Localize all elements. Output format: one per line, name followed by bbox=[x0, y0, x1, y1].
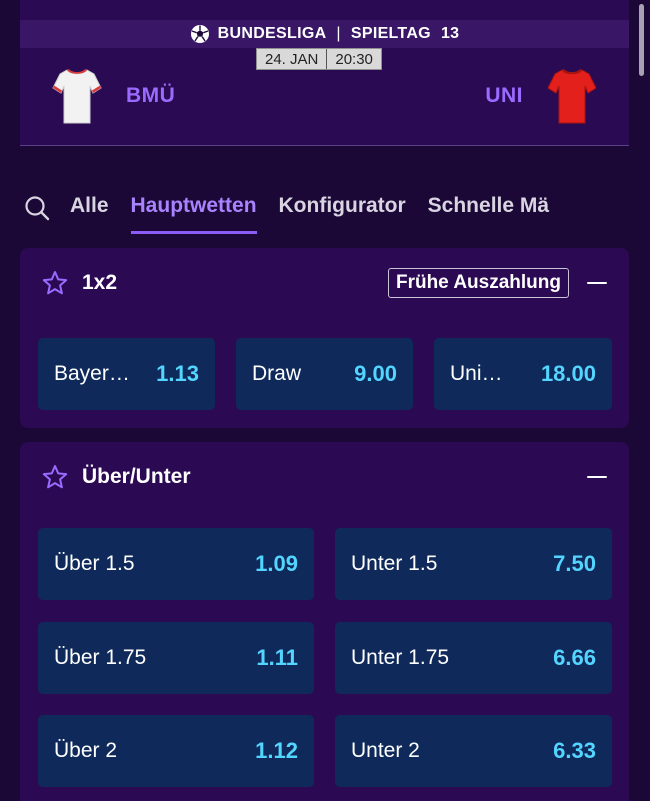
odd-button[interactable]: Über 1.75 1.11 bbox=[38, 622, 314, 694]
odd-value: 1.09 bbox=[255, 551, 298, 576]
odd-button[interactable]: Unter 1.5 7.50 bbox=[335, 528, 612, 600]
league-name: BUNDESLIGA bbox=[217, 25, 327, 42]
odd-value: 9.00 bbox=[354, 361, 397, 386]
match-time: 20:30 bbox=[326, 49, 381, 69]
odd-label: Über 1.5 bbox=[54, 552, 135, 575]
odd-value: 6.66 bbox=[553, 645, 596, 670]
odd-label: Draw bbox=[252, 362, 302, 385]
odd-button[interactable]: Draw 9.00 bbox=[236, 338, 413, 410]
away-shirt-icon bbox=[547, 66, 597, 126]
collapse-icon[interactable] bbox=[587, 467, 607, 487]
market-title: Über/Unter bbox=[82, 465, 191, 488]
collapse-icon[interactable] bbox=[587, 273, 607, 293]
odd-label: Uni… bbox=[450, 362, 503, 385]
soccer-ball-icon bbox=[190, 24, 210, 44]
matchday-number: 13 bbox=[440, 25, 460, 42]
odd-value: 1.12 bbox=[255, 738, 298, 763]
odd-button[interactable]: Unter 1.75 6.66 bbox=[335, 622, 612, 694]
away-team-name: UNI bbox=[485, 84, 523, 107]
odd-button[interactable]: Über 1.5 1.09 bbox=[38, 528, 314, 600]
odd-value: 1.11 bbox=[256, 645, 298, 670]
market-card-1x2: 1x2 Frühe Auszahlung Bayer… 1.13 Draw 9.… bbox=[20, 248, 629, 428]
odd-label: Unter 1.75 bbox=[351, 646, 450, 669]
odd-label: Unter 2 bbox=[351, 739, 420, 762]
early-payout-badge[interactable]: Frühe Auszahlung bbox=[387, 268, 569, 298]
tab-hauptwetten[interactable]: Hauptwetten bbox=[130, 190, 257, 234]
page: BUNDESLIGA | SPIELTAG 13 24. JAN 20:30 B… bbox=[0, 0, 650, 801]
tab-konfigurator[interactable]: Konfigurator bbox=[279, 190, 406, 234]
odd-button[interactable]: Bayer… 1.13 bbox=[38, 338, 215, 410]
odd-value: 18.00 bbox=[540, 361, 596, 386]
market-title: 1x2 bbox=[82, 271, 118, 294]
search-icon[interactable] bbox=[24, 195, 50, 221]
market-header-1x2: 1x2 Frühe Auszahlung bbox=[42, 268, 607, 298]
match-date: 24. JAN bbox=[265, 50, 319, 68]
tab-schnelle-maerkte[interactable]: Schnelle Mä bbox=[428, 190, 549, 234]
match-datetime: 24. JAN 20:30 bbox=[256, 48, 382, 70]
league-separator: | bbox=[336, 25, 341, 42]
match-header: BUNDESLIGA | SPIELTAG 13 24. JAN 20:30 B… bbox=[20, 0, 629, 146]
odd-button[interactable]: Über 2 1.12 bbox=[38, 715, 314, 787]
market-card-over-under: Über/Unter Über 1.5 1.09 Unter 1.5 7.50 … bbox=[20, 442, 629, 801]
odd-value: 1.13 bbox=[156, 361, 199, 386]
star-icon[interactable] bbox=[42, 464, 68, 490]
scrollbar[interactable] bbox=[639, 4, 644, 76]
tab-alle[interactable]: Alle bbox=[70, 190, 109, 234]
home-team[interactable]: BMÜ bbox=[52, 66, 175, 126]
odd-label: Bayer… bbox=[54, 362, 130, 385]
odd-button[interactable]: Unter 2 6.33 bbox=[335, 715, 612, 787]
home-team-name: BMÜ bbox=[126, 84, 176, 107]
odd-button[interactable]: Uni… 18.00 bbox=[434, 338, 612, 410]
odd-label: Über 2 bbox=[54, 739, 118, 762]
away-team[interactable]: UNI bbox=[485, 66, 597, 126]
league-bar: BUNDESLIGA | SPIELTAG 13 bbox=[20, 20, 629, 48]
market-header-over-under: Über/Unter bbox=[42, 462, 607, 492]
odd-label: Unter 1.5 bbox=[351, 552, 438, 575]
star-icon[interactable] bbox=[42, 270, 68, 296]
odd-label: Über 1.75 bbox=[54, 646, 147, 669]
odd-value: 6.33 bbox=[553, 738, 596, 763]
market-tabs: Alle Hauptwetten Konfigurator Schnelle M… bbox=[24, 190, 650, 236]
matchday-label: SPIELTAG bbox=[350, 25, 431, 42]
odd-value: 7.50 bbox=[553, 551, 596, 576]
home-shirt-icon bbox=[52, 66, 102, 126]
